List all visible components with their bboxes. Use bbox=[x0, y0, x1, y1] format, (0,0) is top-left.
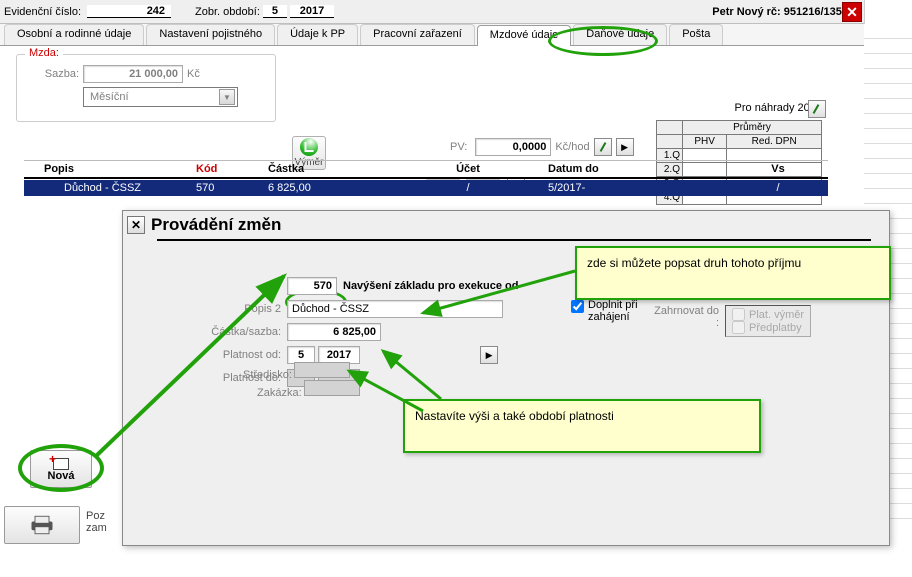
order-label: Zakázka: bbox=[257, 387, 302, 399]
tab-wage[interactable]: Mzdové údaje bbox=[477, 25, 572, 46]
center-value bbox=[294, 362, 350, 378]
amount-input[interactable]: 6 825,00 bbox=[287, 323, 381, 341]
code-description: Navýšení základu pro exekuce od bbox=[343, 280, 518, 292]
period-dropdown[interactable]: Měsíční ▼ bbox=[83, 87, 238, 107]
col-phv: PHV bbox=[683, 135, 727, 149]
display-period-month: 5 bbox=[263, 5, 287, 18]
dialog-close-button[interactable]: ✕ bbox=[127, 216, 145, 234]
include-label: Zahrnovat do : bbox=[649, 305, 719, 337]
order-value bbox=[304, 380, 360, 396]
tab-work[interactable]: Pracovní zařazení bbox=[360, 24, 475, 45]
rate-value[interactable]: 21 000,00 bbox=[83, 65, 183, 83]
cell-datum: 5/2017- bbox=[548, 182, 728, 194]
wage-groupbox: Mzda: Sazba: 21 000,00 Kč Měsíční ▼ bbox=[16, 54, 276, 122]
display-period-year: 2017 bbox=[290, 5, 334, 18]
print-button[interactable] bbox=[4, 506, 80, 544]
close-button[interactable]: ✕ bbox=[842, 2, 862, 22]
col-vs: Vs bbox=[728, 163, 828, 175]
cell-popis: Důchod - ČSSZ bbox=[24, 182, 196, 194]
fill-on-start-input[interactable] bbox=[571, 300, 584, 313]
tab-mail[interactable]: Pošta bbox=[669, 24, 723, 45]
cell-ucet: / bbox=[388, 182, 548, 194]
note-fragment: Poz zam bbox=[86, 510, 107, 534]
popis2-label: Popis 2 bbox=[203, 303, 281, 315]
averages-header: Průměry bbox=[683, 121, 822, 135]
col-castka: Částka bbox=[268, 163, 388, 175]
code-input[interactable]: 570 bbox=[287, 277, 337, 295]
cell-castka: 6 825,00 bbox=[268, 182, 388, 194]
amount-label: Částka/sazba: bbox=[203, 326, 281, 338]
pv-unit: Kč/hod bbox=[555, 141, 589, 153]
tooltip-amount-period: Nastavíte výši a také období platnosti bbox=[403, 399, 761, 453]
evidence-number-value: 242 bbox=[87, 5, 171, 18]
pv-edit-icon[interactable] bbox=[594, 138, 612, 156]
new-button-label: Nová bbox=[48, 470, 75, 482]
display-period-label: Zobr. období: bbox=[195, 6, 260, 18]
col-popis: Popis bbox=[24, 163, 196, 175]
col-kod: Kód bbox=[196, 163, 268, 175]
popis2-input[interactable]: Důchod - ČSSZ bbox=[287, 300, 503, 318]
edit-dialog: ✕ Provádění změn 570 Navýšení základu pr… bbox=[122, 210, 890, 546]
include-prepay: Předplatby bbox=[732, 321, 804, 334]
include-payorder: Plat. výměr bbox=[732, 308, 804, 321]
person-name-id: Petr Nový rč: 951216/1358 bbox=[712, 6, 848, 18]
main-tabs: Osobní a rodinné údaje Nastavení pojistn… bbox=[0, 24, 912, 46]
chevron-down-icon[interactable]: ▼ bbox=[219, 89, 235, 105]
grid-row-selected[interactable]: Důchod - ČSSZ 570 6 825,00 / 5/2017- / bbox=[24, 180, 828, 196]
evidence-number-label: Evidenční číslo: bbox=[4, 6, 81, 18]
compensation-caption: Pro náhrady 2017 bbox=[656, 102, 822, 114]
valid-from-label: Platnost od: bbox=[203, 349, 281, 361]
fill-on-start-checkbox[interactable]: Doplnit při zahájení bbox=[571, 299, 658, 323]
tab-pp[interactable]: Údaje k PP bbox=[277, 24, 358, 45]
rate-label: Sazba: bbox=[29, 68, 79, 80]
cell-kod: 570 bbox=[196, 182, 268, 194]
grid-header: Popis Kód Částka Účet Datum do Vs bbox=[24, 160, 828, 179]
wage-group-title: Mzda: bbox=[25, 47, 63, 59]
fill-on-start-label: Doplnit při zahájení bbox=[588, 299, 658, 323]
pv-label: PV: bbox=[450, 141, 467, 153]
col-ucet: Účet bbox=[388, 163, 548, 175]
printer-icon bbox=[28, 514, 56, 536]
pv-value[interactable]: 0,0000 bbox=[475, 138, 551, 156]
refresh-icon bbox=[300, 138, 318, 156]
cell-vs: / bbox=[728, 182, 828, 194]
tab-tax[interactable]: Daňové údaje bbox=[573, 24, 667, 45]
new-icon bbox=[51, 456, 71, 470]
rate-unit: Kč bbox=[187, 68, 200, 80]
period-value: Měsíční bbox=[90, 91, 129, 103]
col-reddpn: Red. DPN bbox=[727, 135, 822, 149]
tooltip-description: zde si můžete popsat druh tohoto příjmu bbox=[575, 246, 891, 300]
tab-insurance[interactable]: Nastavení pojistného bbox=[146, 24, 275, 45]
dialog-title: Provádění změn bbox=[151, 215, 281, 235]
col-datum: Datum do bbox=[548, 163, 728, 175]
valid-from-next-button[interactable]: ▶ bbox=[480, 346, 498, 364]
compensation-edit-icon[interactable] bbox=[808, 100, 826, 118]
tab-personal[interactable]: Osobní a rodinné údaje bbox=[4, 24, 144, 45]
new-button[interactable]: Nová bbox=[30, 450, 92, 488]
pv-next-button[interactable]: ▶ bbox=[616, 138, 634, 156]
